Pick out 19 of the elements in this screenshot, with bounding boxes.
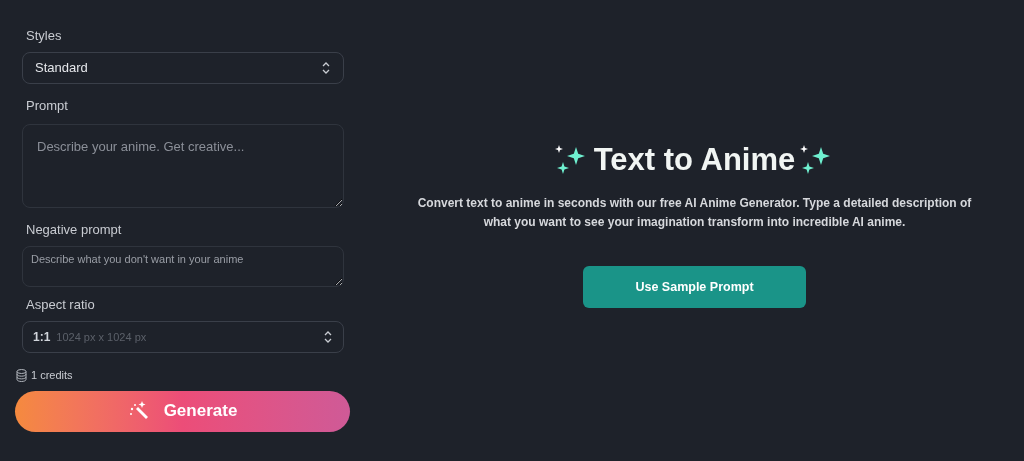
page-title: Text to Anime <box>593 142 796 178</box>
ratio-size: 1024 px x 1024 px <box>56 329 147 345</box>
chevron-updown-icon <box>323 330 333 344</box>
field-label: Negative prompt <box>26 222 123 238</box>
description-text: Convert text to anime in seconds with our free AI Anime Generator. Type a detailed description of what you want to see your imagination transform into incredible AI anime. <box>416 195 973 231</box>
prompt-field[interactable]: Describe your anime. Get creative... <box>22 124 344 208</box>
coins-icon <box>16 368 27 382</box>
magic-wand-icon <box>127 400 150 422</box>
ratio-value: 1:1 <box>33 329 51 346</box>
chevron-updown-icon <box>321 61 331 75</box>
generate-button[interactable]: Generate <box>15 390 350 432</box>
credits-count: 1 credits <box>31 368 73 383</box>
sample-prompt-button[interactable]: Use Sample Prompt <box>583 266 806 308</box>
negative-prompt-field[interactable]: Describe what you don't want in your anime <box>22 246 344 287</box>
styles-select[interactable]: Standard <box>22 52 344 84</box>
field-label: Prompt <box>26 98 69 114</box>
field-label: Aspect ratio <box>26 297 96 313</box>
aspect-ratio-select[interactable]: 1:1 1024 px x 1024 px <box>22 321 344 353</box>
field-label: Styles <box>26 28 63 44</box>
